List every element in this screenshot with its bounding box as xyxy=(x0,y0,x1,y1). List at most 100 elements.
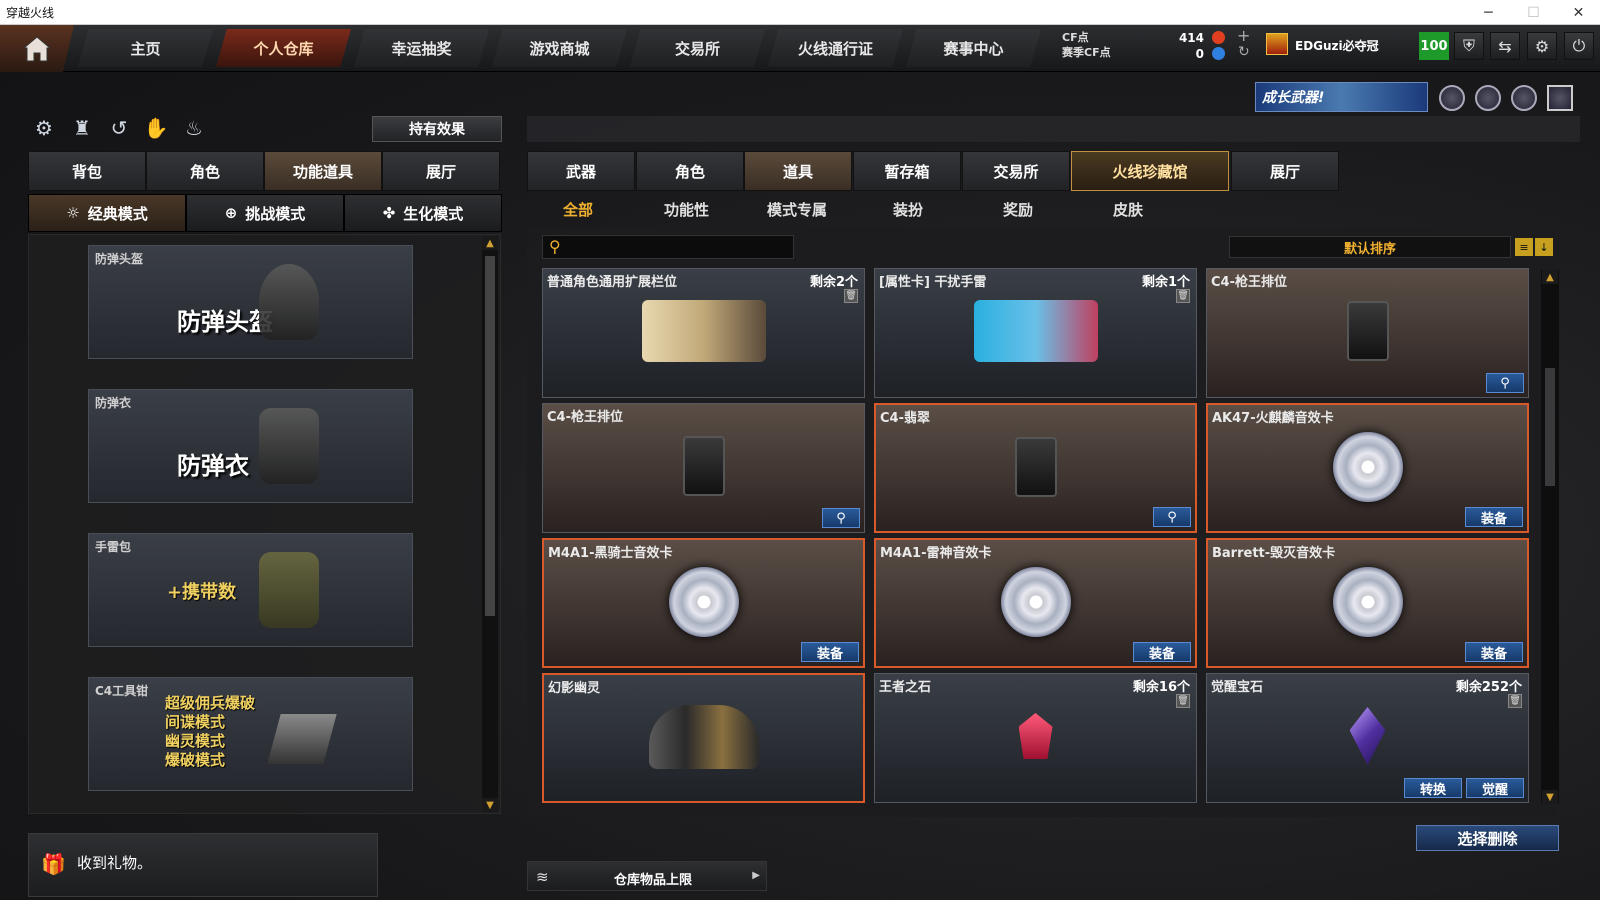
right-tab-0[interactable]: 武器 xyxy=(527,151,635,191)
left-card-label: C4工具钳 xyxy=(95,684,149,698)
sub-tab-3[interactable]: 装扮 xyxy=(893,199,923,225)
item-card[interactable]: M4A1-雷神音效卡 装备 xyxy=(874,538,1197,668)
nav-tab-6[interactable]: 赛事中心 xyxy=(906,29,1041,67)
item-card[interactable]: C4-枪王排位 ⚲ xyxy=(542,403,865,533)
zoom-button[interactable]: ⚲ xyxy=(822,508,860,528)
gear-icon[interactable]: ⚙ xyxy=(1527,32,1557,60)
awaken-button[interactable]: 觉醒 xyxy=(1466,778,1524,798)
right-scrollbar[interactable]: ▲ ▼ xyxy=(1541,270,1559,804)
right-tab-1[interactable]: 角色 xyxy=(636,151,744,191)
crest-badge-icon[interactable] xyxy=(1439,85,1465,111)
bag-icon[interactable]: ♨ xyxy=(180,115,208,141)
expand-arrow-icon[interactable]: ▶ xyxy=(752,870,760,881)
item-card[interactable]: C4-翡翠 ⚲ xyxy=(874,403,1197,533)
close-button[interactable]: ✕ xyxy=(1556,0,1600,25)
scroll-up-icon[interactable]: ▲ xyxy=(1542,270,1558,284)
left-tab-2[interactable]: 功能道具 xyxy=(264,151,382,191)
shield-icon[interactable]: ⛨ xyxy=(1454,32,1484,60)
left-card-2[interactable]: 手雷包 +携带数 xyxy=(88,533,413,647)
nav-tab-3[interactable]: 游戏商城 xyxy=(492,29,627,67)
nav-tab-1[interactable]: 个人仓库 xyxy=(216,29,351,67)
scroll-down-icon[interactable]: ▼ xyxy=(482,798,498,812)
refresh-icon[interactable]: ↻ xyxy=(1238,44,1250,60)
equip-button[interactable]: 装备 xyxy=(801,642,859,662)
zoom-button[interactable]: ⚲ xyxy=(1153,507,1191,527)
right-scroll-thumb[interactable] xyxy=(1545,368,1555,486)
toggle-off-icon[interactable]: ⚙ xyxy=(30,115,58,141)
home-button[interactable] xyxy=(0,25,74,72)
power-icon[interactable]: ⏻ xyxy=(1564,32,1594,60)
trash-icon[interactable]: 🗑 xyxy=(1176,694,1190,708)
sub-tab-4[interactable]: 奖励 xyxy=(1003,199,1033,225)
sun-badge-icon[interactable] xyxy=(1511,85,1537,111)
item-card[interactable]: AK47-火麒麟音效卡 装备 xyxy=(1206,403,1529,533)
switch-icon[interactable]: ⇆ xyxy=(1490,32,1520,60)
item-card[interactable]: 普通角色通用扩展栏位 剩余2个 🗑 xyxy=(542,268,865,398)
left-scrollbar[interactable]: ▲ ▼ xyxy=(482,236,498,812)
sub-tab-5[interactable]: 皮肤 xyxy=(1113,199,1143,225)
right-tab-3[interactable]: 暂存箱 xyxy=(853,151,961,191)
cf-value: 414 xyxy=(1178,31,1204,45)
left-card-3[interactable]: C4工具钳 超级佣兵爆破 间谍模式 幽灵模式 爆破模式 xyxy=(88,677,413,791)
capacity-bar[interactable]: ≋ 仓库物品上限 ▶ xyxy=(527,861,767,891)
left-scroll-thumb[interactable] xyxy=(485,256,495,616)
globe-badge-icon[interactable] xyxy=(1475,85,1501,111)
search-input[interactable]: ⚲ xyxy=(542,235,794,259)
trash-icon[interactable]: 🗑 xyxy=(844,289,858,303)
sub-tab-1[interactable]: 功能性 xyxy=(664,199,709,225)
history-icon[interactable]: ↺ xyxy=(105,115,133,141)
equip-button[interactable]: 装备 xyxy=(1465,507,1523,527)
minimize-button[interactable]: ─ xyxy=(1466,0,1511,25)
item-card[interactable]: 王者之石 剩余16个 🗑 xyxy=(874,673,1197,803)
gift-icon: 🎁 xyxy=(41,852,66,876)
list-view-icon[interactable]: ≡ xyxy=(1515,238,1533,256)
trash-icon[interactable]: 🗑 xyxy=(1508,694,1522,708)
sub-tab-2[interactable]: 模式专属 xyxy=(767,199,827,225)
left-tab-0[interactable]: 背包 xyxy=(28,151,146,191)
item-card[interactable]: [属性卡] 干扰手雷 剩余1个 🗑 xyxy=(874,268,1197,398)
equip-button[interactable]: 装备 xyxy=(1133,642,1191,662)
nav-tab-5[interactable]: 火线通行证 xyxy=(768,29,903,67)
zoom-button[interactable]: ⚲ xyxy=(1486,373,1524,393)
item-card[interactable]: M4A1-黑骑士音效卡 装备 xyxy=(542,538,865,668)
left-tab-1[interactable]: 角色 xyxy=(146,151,264,191)
hold-effect-button[interactable]: 持有效果 xyxy=(372,116,502,142)
mode-tab-2[interactable]: ✤ 生化模式 xyxy=(344,194,502,232)
left-card-0[interactable]: 防弹头盔 防弹头盔 xyxy=(88,245,413,359)
username: EDGuzi必夺冠 xyxy=(1295,39,1379,53)
left-tab-3[interactable]: 展厅 xyxy=(382,151,500,191)
gift-stack-icon[interactable]: ♜ xyxy=(68,115,96,141)
nav-tab-0[interactable]: 主页 xyxy=(78,29,213,67)
gift-notice[interactable]: 🎁 收到礼物。 xyxy=(28,833,378,897)
sub-tab-0[interactable]: 全部 xyxy=(563,199,593,225)
item-card[interactable]: 幻影幽灵 xyxy=(542,673,865,803)
c4-icon xyxy=(682,436,725,496)
equip-button[interactable]: 装备 xyxy=(1465,642,1523,662)
select-delete-button[interactable]: 选择删除 xyxy=(1416,825,1559,851)
left-card-1[interactable]: 防弹衣 防弹衣 xyxy=(88,389,413,503)
right-top-bar xyxy=(527,116,1580,142)
scroll-down-icon[interactable]: ▼ xyxy=(1542,790,1558,804)
w-badge-icon[interactable] xyxy=(1547,85,1573,111)
item-card[interactable]: 觉醒宝石 剩余252个 🗑 转换 觉醒 xyxy=(1206,673,1529,803)
nav-tab-2[interactable]: 幸运抽奖 xyxy=(354,29,489,67)
convert-button[interactable]: 转换 xyxy=(1404,778,1462,798)
right-tab-4[interactable]: 交易所 xyxy=(962,151,1070,191)
right-tab-6[interactable]: 展厅 xyxy=(1231,151,1339,191)
hand-icon[interactable]: ✋ xyxy=(142,115,170,141)
trash-icon[interactable]: 🗑 xyxy=(1176,289,1190,303)
nav-tab-4[interactable]: 交易所 xyxy=(630,29,765,67)
item-card[interactable]: Barrett-毁灭音效卡 装备 xyxy=(1206,538,1529,668)
sort-select[interactable]: 默认排序 xyxy=(1229,236,1511,258)
mode-tab-0[interactable]: ☼ 经典模式 xyxy=(28,194,186,232)
growth-weapon-banner[interactable]: 成长武器! xyxy=(1255,82,1428,112)
mode-tab-1[interactable]: ⊕ 挑战模式 xyxy=(186,194,344,232)
add-cf-icon[interactable]: + xyxy=(1237,26,1250,45)
item-card[interactable]: C4-枪王排位 ⚲ xyxy=(1206,268,1529,398)
sort-arrow-icon[interactable]: ↓ xyxy=(1535,238,1553,256)
right-tab-5[interactable]: 火线珍藏馆 xyxy=(1071,151,1229,191)
scroll-up-icon[interactable]: ▲ xyxy=(482,236,498,250)
maximize-button[interactable]: ☐ xyxy=(1511,0,1556,25)
right-tab-2[interactable]: 道具 xyxy=(744,151,852,191)
item-remaining: 剩余252个 xyxy=(1455,680,1522,695)
